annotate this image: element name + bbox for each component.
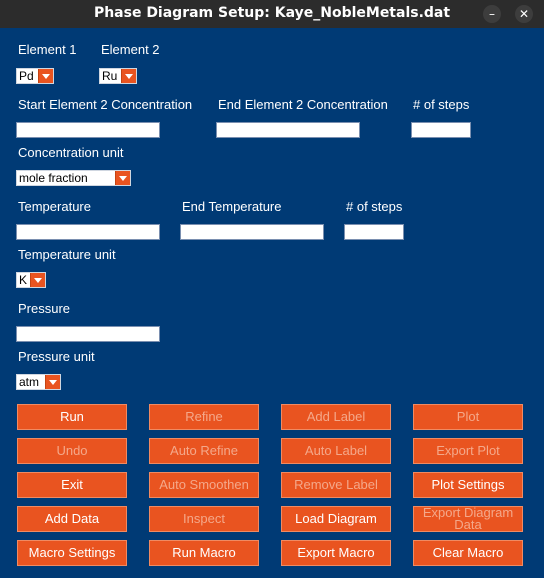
macro-settings-button[interactable]: Macro Settings: [17, 540, 127, 566]
element2-label: Element 2: [101, 42, 160, 57]
temperature-label: Temperature: [18, 199, 91, 214]
start-concentration-label: Start Element 2 Concentration: [18, 97, 193, 112]
close-icon: ✕: [518, 7, 530, 21]
temperature-steps-label: # of steps: [346, 199, 403, 214]
undo-button[interactable]: Undo: [17, 438, 127, 464]
load-diagram-button[interactable]: Load Diagram: [281, 506, 391, 532]
plot-button[interactable]: Plot: [413, 404, 523, 430]
add-data-button[interactable]: Add Data: [17, 506, 127, 532]
element1-select[interactable]: Pd: [16, 68, 54, 84]
pressure-unit-value: atm: [19, 375, 40, 389]
run-button[interactable]: Run: [17, 404, 127, 430]
concentration-steps-input[interactable]: [411, 122, 471, 138]
start-concentration-input[interactable]: [16, 122, 160, 138]
plot-settings-button[interactable]: Plot Settings: [413, 472, 523, 498]
concentration-steps-label: # of steps: [413, 97, 470, 112]
chevron-down-icon: [115, 171, 130, 185]
element1-value: Pd: [19, 69, 34, 83]
add-label-button[interactable]: Add Label: [281, 404, 391, 430]
end-concentration-input[interactable]: [216, 122, 360, 138]
auto-smoothen-button[interactable]: Auto Smoothen: [149, 472, 259, 498]
refine-button[interactable]: Refine: [149, 404, 259, 430]
chevron-down-icon: [38, 69, 53, 83]
run-macro-button[interactable]: Run Macro: [149, 540, 259, 566]
pressure-input[interactable]: [16, 326, 160, 342]
pressure-unit-select[interactable]: atm: [16, 374, 61, 390]
end-temperature-input[interactable]: [180, 224, 324, 240]
exit-button[interactable]: Exit: [17, 472, 127, 498]
concentration-unit-label: Concentration unit: [18, 145, 124, 160]
pressure-unit-label: Pressure unit: [18, 349, 95, 364]
end-temperature-label: End Temperature: [182, 199, 282, 214]
temperature-unit-select[interactable]: K: [16, 272, 46, 288]
remove-label-button[interactable]: Remove Label: [281, 472, 391, 498]
element2-select[interactable]: Ru: [99, 68, 137, 84]
minimize-icon: –: [489, 7, 495, 21]
temperature-unit-label: Temperature unit: [18, 247, 116, 262]
chevron-down-icon: [45, 375, 60, 389]
chevron-down-icon: [121, 69, 136, 83]
pressure-label: Pressure: [18, 301, 71, 316]
export-diagram-data-button[interactable]: Export Diagram Data: [413, 506, 523, 532]
end-concentration-label: End Element 2 Concentration: [218, 97, 388, 112]
concentration-unit-select[interactable]: mole fraction: [16, 170, 131, 186]
temperature-unit-value: K: [19, 273, 28, 287]
export-macro-button[interactable]: Export Macro: [281, 540, 391, 566]
element2-value: Ru: [102, 69, 118, 83]
temperature-input[interactable]: [16, 224, 160, 240]
close-button[interactable]: ✕: [515, 5, 533, 23]
auto-label-button[interactable]: Auto Label: [281, 438, 391, 464]
export-plot-button[interactable]: Export Plot: [413, 438, 523, 464]
minimize-button[interactable]: –: [483, 5, 501, 23]
chevron-down-icon: [30, 273, 45, 287]
auto-refine-button[interactable]: Auto Refine: [149, 438, 259, 464]
element1-label: Element 1: [18, 42, 77, 57]
window-titlebar: Phase Diagram Setup: Kaye_NobleMetals.da…: [0, 0, 544, 28]
window-title: Phase Diagram Setup: Kaye_NobleMetals.da…: [93, 5, 451, 21]
inspect-button[interactable]: Inspect: [149, 506, 259, 532]
temperature-steps-input[interactable]: [344, 224, 404, 240]
clear-macro-button[interactable]: Clear Macro: [413, 540, 523, 566]
concentration-unit-value: mole fraction: [19, 171, 88, 185]
